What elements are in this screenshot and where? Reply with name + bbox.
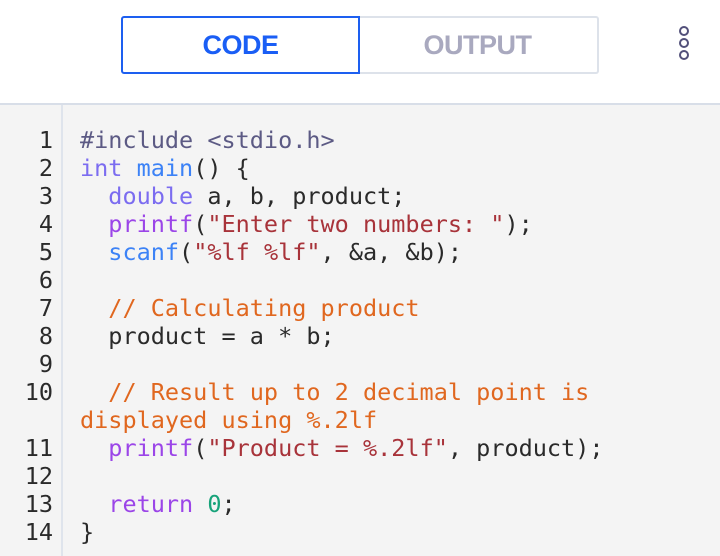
code-line: 13 return 0; [0,490,720,518]
line-number: 3 [38,182,53,210]
code-token-plain: , product); [447,434,604,462]
code-line: 5 scanf("%lf %lf", &a, &b); [0,238,720,266]
code-editor[interactable]: 1 #include <stdio.h> 2 int main() {3 double… [0,105,720,556]
code-token-type: int [80,154,123,182]
code-text: } [80,518,690,546]
code-token-call: printf [108,434,194,462]
code-token-plain: } [80,518,95,546]
line-number: 13 [24,490,53,518]
code-text: printf("Enter two numbers: "); [80,210,690,238]
code-token-plain: () { [193,154,250,182]
code-line: 7 // Calculating product [0,294,720,322]
line-number: 8 [38,322,53,350]
line-number: 2 [38,154,53,182]
code-token-pre: #include <stdio.h> [80,126,335,154]
code-token-plain: ( [193,210,208,238]
code-token-plain: ); [504,210,533,238]
code-line: 14} [0,518,720,546]
code-line: 11 printf("Product = %.2lf", product); [0,434,720,462]
code-text: ​ [80,350,690,378]
code-text: ​ [80,266,690,294]
code-token-str: "Enter two numbers: " [207,210,505,238]
code-line: 2 int main() { [0,154,720,182]
menu-dot [679,26,689,36]
code-text: product = a * b; [80,322,690,350]
code-text: // Result up to 2 decimal point is displ… [80,378,690,434]
code-text: scanf("%lf %lf", &a, &b); [80,238,690,266]
code-text: #include <stdio.h> [80,126,690,154]
line-number: 5 [38,238,53,266]
line-number: 10 [24,378,53,406]
menu-dot [679,50,689,60]
line-number: 4 [38,210,53,238]
line-number: 7 [38,294,53,322]
code-line: 4 printf("Enter two numbers: "); [0,210,720,238]
code-line: 10 // Result up to 2 decimal point is di… [0,378,720,434]
code-token-fn: scanf [108,238,180,266]
code-token-str: "%lf %lf" [193,238,321,266]
code-token-kw: return [108,490,194,518]
code-token-str: "Product = %.2lf" [207,434,448,462]
menu-dot [679,38,689,48]
line-number: 14 [24,518,53,546]
header: CODE OUTPUT [0,0,720,105]
code-token-plain: , &a, &b); [320,238,463,266]
code-line: 8 product = a * b; [0,322,720,350]
line-number: 11 [24,434,53,462]
code-line: 9​ [0,350,720,378]
code-text: int main() { [80,154,690,182]
code-token-num: 0 [207,490,222,518]
code-line: 6​ [0,266,720,294]
line-number: 9 [38,350,53,378]
code-text: ​ [80,462,690,490]
code-line: 12 ​ [0,462,720,490]
code-token-plain: ( [193,434,208,462]
tab-code[interactable]: CODE [121,16,360,74]
line-number: 1 [38,126,53,154]
code-token-com: // Result up to 2 decimal point is displ… [80,378,604,434]
tab-output[interactable]: OUTPUT [358,16,599,74]
code-lines: 1 #include <stdio.h> 2 int main() {3 double… [0,126,720,546]
code-text: return 0; [80,490,690,518]
line-number: 12 [24,462,53,490]
code-text: printf("Product = %.2lf", product); [80,434,690,462]
code-token-plain: ; [221,490,236,518]
code-token-plain: product = a * b; [80,322,335,350]
line-number: 6 [38,266,53,294]
code-text: double a, b, product; [80,182,690,210]
code-token-type: double [108,182,194,210]
code-token-plain: ( [179,238,194,266]
code-text: // Calculating product [80,294,690,322]
code-token-com: // Calculating product [108,294,420,322]
code-token-call: printf [108,210,194,238]
code-line: 1 #include <stdio.h> [0,126,720,154]
more-vertical-icon[interactable] [674,26,694,66]
code-token-fn: main [136,154,194,182]
code-token-plain: a, b, product; [193,182,406,210]
code-line: 3 double a, b, product; [0,182,720,210]
